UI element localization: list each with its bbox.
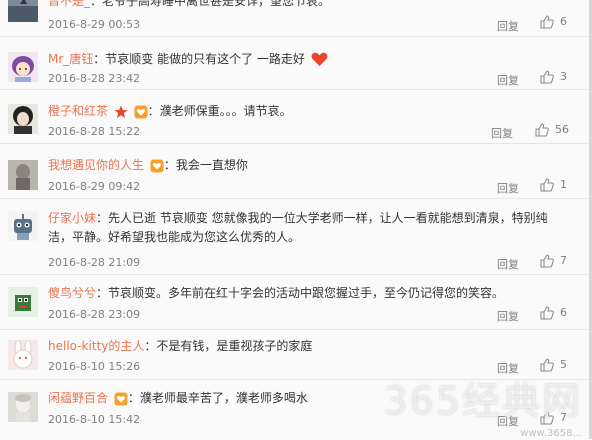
- comment-text: ：濮老师最辛苦了，濮老师多喝水: [127, 391, 308, 405]
- reply-button[interactable]: 回复: [497, 308, 519, 324]
- thumbs-up-icon: [540, 254, 554, 268]
- thumbs-up-icon: [540, 178, 554, 192]
- comment-line: 傻鸟兮兮：节哀顺变。多年前在红十字会的活动中跟您握过手，至今仍记得您的笑容。: [48, 284, 550, 302]
- timestamp: 2016-8-28 15:22: [48, 125, 141, 138]
- like-count: 3: [560, 70, 567, 83]
- star-icon: [114, 105, 128, 118]
- comment-item: 我想遇见你的人生 ：我会一直想你 2016-8-29 09:42 回复 1: [0, 144, 592, 199]
- thumbs-up-icon: [535, 123, 549, 137]
- timestamp: 2016-8-29 09:42: [48, 180, 141, 193]
- like-button[interactable]: 56: [535, 123, 569, 137]
- comment-line: 橙子和红茶 ：濮老师保重。。。请节哀。: [48, 102, 550, 120]
- timestamp: 2016-8-28 23:09: [48, 308, 141, 321]
- username-link[interactable]: 晋不是_: [48, 0, 90, 8]
- username-link[interactable]: 我想遇见你的人生: [48, 158, 144, 172]
- comment-item: Mr_唐钰：节哀顺变 能做的只有这个了 一路走好 2016-8-28 23:42…: [0, 37, 592, 90]
- comment-text: ：先人已逝 节哀顺变 您就像我的一位大学老师一样，让人一看就能想到清泉，特别纯洁…: [48, 211, 548, 244]
- like-count: 1: [560, 178, 567, 191]
- reply-button[interactable]: 回复: [497, 72, 519, 88]
- comment-line: 仔家小妹：先人已逝 节哀顺变 您就像我的一位大学老师一样，让人一看就能想到清泉，…: [48, 209, 548, 247]
- comment-item: 橙子和红茶 ：濮老师保重。。。请节哀。 2016-8-28 15:22 回复 5…: [0, 90, 592, 144]
- username-link[interactable]: 闲蕴野百合: [48, 391, 108, 405]
- like-button[interactable]: 3: [540, 70, 567, 84]
- thumbs-up-icon: [540, 306, 554, 320]
- reply-button[interactable]: 回复: [497, 256, 519, 272]
- avatar[interactable]: [8, 104, 38, 134]
- reply-button[interactable]: 回复: [491, 125, 513, 141]
- comment-item: 仔家小妹：先人已逝 节哀顺变 您就像我的一位大学老师一样，让人一看就能想到清泉，…: [0, 199, 592, 275]
- thumbs-up-icon: [540, 70, 554, 84]
- timestamp: 2016-8-28 21:09: [48, 256, 141, 269]
- comment-line: 我想遇见你的人生 ：我会一直想你: [48, 156, 550, 174]
- avatar[interactable]: [8, 160, 38, 190]
- site-watermark: 365经典网: [383, 379, 582, 423]
- comment-text: ：节哀顺变 能做的只有这个了 一路走好: [93, 52, 305, 66]
- like-count: 7: [560, 254, 567, 267]
- username-link[interactable]: hello-kitty的主人: [48, 339, 144, 353]
- avatar[interactable]: [8, 0, 38, 22]
- reply-button[interactable]: 回复: [497, 180, 519, 196]
- thumbs-up-icon: [540, 15, 554, 29]
- fan-badge-icon: [150, 159, 164, 172]
- fan-badge-icon: [134, 105, 148, 118]
- username-link[interactable]: Mr_唐钰: [48, 52, 93, 66]
- like-count: 6: [560, 15, 567, 28]
- watermark-url: www.3658...: [520, 428, 582, 439]
- like-button[interactable]: 6: [540, 306, 567, 320]
- avatar[interactable]: [8, 340, 38, 370]
- timestamp: 2016-8-10 15:42: [48, 413, 141, 426]
- username-link[interactable]: 傻鸟兮兮: [48, 286, 96, 300]
- avatar[interactable]: [8, 52, 38, 82]
- like-count: 6: [560, 306, 567, 319]
- like-button[interactable]: 1: [540, 178, 567, 192]
- username-link[interactable]: 仔家小妹: [48, 211, 96, 225]
- heart-icon: [311, 52, 328, 66]
- avatar[interactable]: [8, 211, 38, 241]
- comment-text: ：老爷子高寿睡中离世甚是安详，望您节哀。: [90, 0, 331, 8]
- comment-line: 晋不是_：老爷子高寿睡中离世甚是安详，望您节哀。: [48, 0, 550, 10]
- like-button[interactable]: 6: [540, 15, 567, 29]
- comment-text: ：不是有钱，是重视孩子的家庭: [144, 339, 313, 353]
- comment-text: ：濮老师保重。。。请节哀。: [147, 104, 292, 118]
- comment-item: 傻鸟兮兮：节哀顺变。多年前在红十字会的活动中跟您握过手，至今仍记得您的笑容。 2…: [0, 275, 592, 330]
- avatar[interactable]: [8, 287, 38, 317]
- comment-text: ：节哀顺变。多年前在红十字会的活动中跟您握过手，至今仍记得您的笑容。: [96, 286, 505, 300]
- reply-button[interactable]: 回复: [497, 18, 519, 34]
- timestamp: 2016-8-29 00:53: [48, 18, 141, 31]
- like-button[interactable]: 7: [540, 254, 567, 268]
- comment-line: hello-kitty的主人：不是有钱，是重视孩子的家庭: [48, 337, 550, 355]
- fan-badge-icon: [114, 392, 128, 405]
- like-count: 56: [555, 123, 569, 136]
- comment-text: ：我会一直想你: [163, 158, 248, 172]
- username-link[interactable]: 橙子和红茶: [48, 104, 108, 118]
- comment-line: Mr_唐钰：节哀顺变 能做的只有这个了 一路走好: [48, 50, 550, 68]
- timestamp: 2016-8-28 23:42: [48, 72, 141, 85]
- avatar[interactable]: [8, 392, 38, 422]
- comment-item: 晋不是_：老爷子高寿睡中离世甚是安详，望您节哀。 2016-8-29 00:53…: [0, 0, 592, 37]
- timestamp: 2016-8-10 15:26: [48, 360, 141, 373]
